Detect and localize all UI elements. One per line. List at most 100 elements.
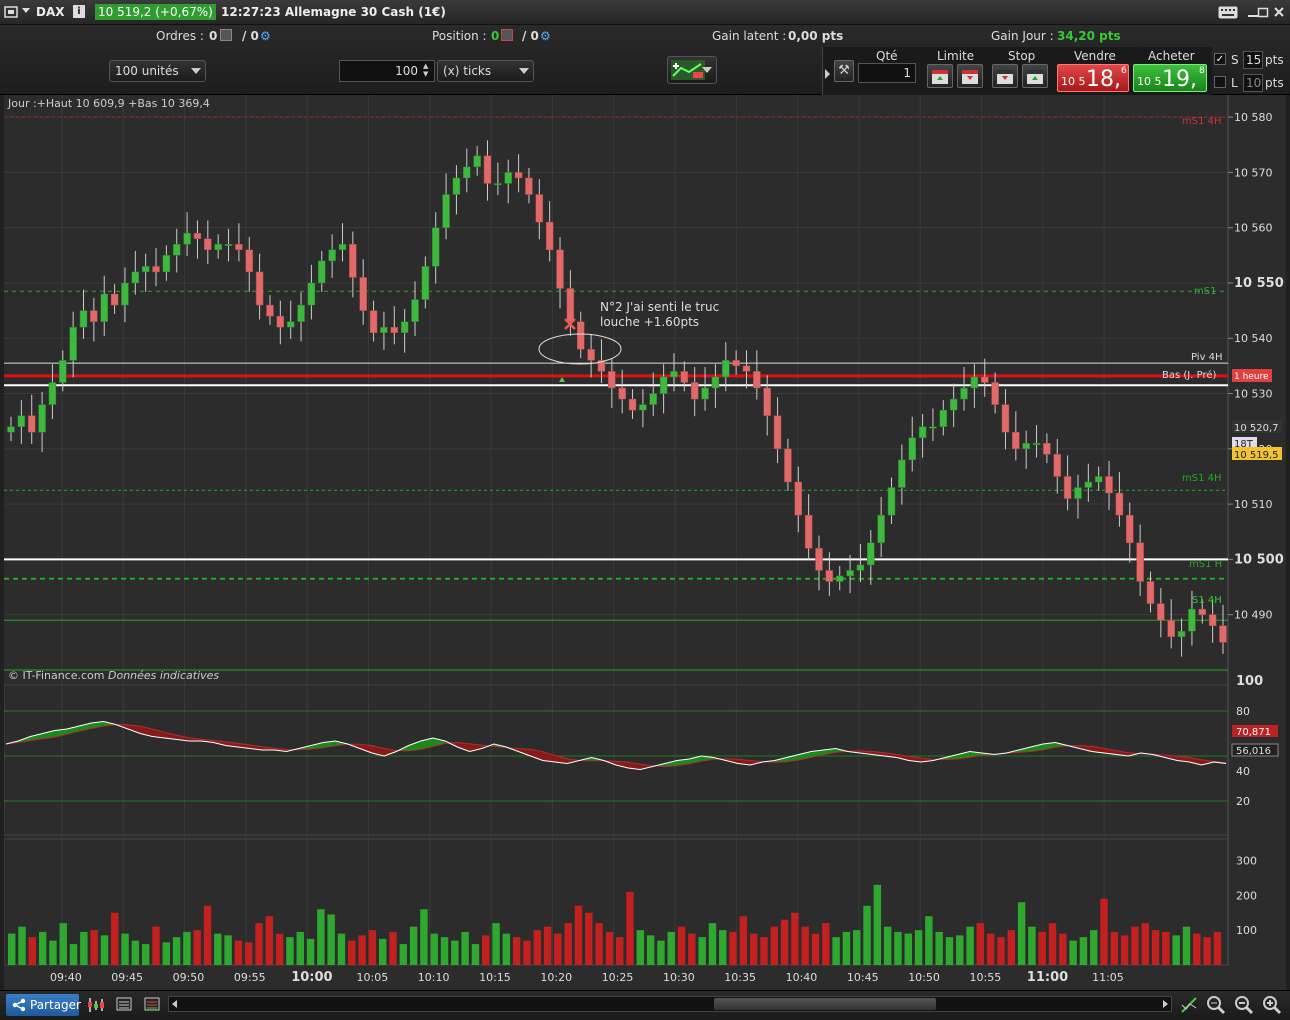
l-input[interactable]: 10 [1243,74,1263,92]
daily-gain-label: Gain Jour : [991,29,1054,43]
wrench-icon[interactable]: ⚒ [834,60,854,82]
volume-bar-down [193,930,201,965]
zoom-out-icon[interactable] [1234,995,1254,1015]
volume-bar-down [152,926,160,965]
collapse-arrow-icon[interactable] [825,69,830,79]
volume-bar-up [131,940,140,965]
volume-bar-up [502,933,511,965]
stop-sell-icon[interactable] [1022,64,1048,88]
candle-up [121,282,129,306]
price-change-badge: 10 519,2 (+0,67%) [95,4,216,20]
chevron-down-icon [519,68,529,74]
chart-area[interactable]: 09:40 09:45 09:50 09:55 10:00 10:05 10:10 10:15… [3,95,1286,990]
volume-bar-up [80,931,88,965]
candle-down [390,326,399,333]
fit-icon[interactable] [1180,996,1198,1014]
price-chart[interactable]: 09:40 09:45 09:50 09:55 10:00 10:05 10:10 10:15… [3,95,1286,990]
volume-bar-up [172,937,181,965]
candle-down [763,387,771,416]
share-button[interactable]: Partager [6,994,81,1016]
chart-tools-icon [671,60,705,80]
volume-bar-up [1172,935,1180,965]
zoom-fit-icon[interactable] [1206,995,1226,1015]
qty-input[interactable]: 1 [858,63,916,83]
orders-cancel-icon[interactable] [220,29,232,41]
candle-down [369,310,378,333]
stop-buy-icon[interactable] [992,64,1018,88]
candle-up [846,570,854,577]
volume-bar-down [574,905,583,965]
candle-up [504,172,512,184]
s-input[interactable]: 15 [1243,51,1263,69]
candle-up [297,304,305,322]
level-ms1-4h-top: mS1 4H [1182,116,1222,127]
keyboard-icon[interactable] [1218,6,1238,19]
ticks-stepper-icon[interactable]: ▲ ▼ [423,62,433,80]
price-panel-bg [4,95,1228,681]
indicator-icon[interactable] [144,996,160,1012]
osc-panel-bg [3,684,1229,836]
ticks-select-value: (x) ticks [443,64,492,78]
buy-button[interactable]: 10 5 19, 8 [1133,64,1207,92]
volume-bar-up [69,944,78,965]
scroll-left-icon[interactable] [172,1000,177,1008]
limit-sell-icon[interactable] [957,64,983,88]
candle-down [784,448,792,483]
dropdown-icon[interactable] [22,8,30,13]
s-checkbox[interactable]: ✓ [1214,53,1226,65]
candle-down [608,371,616,389]
close-icon[interactable] [1272,5,1286,19]
chart-info: Jour :+Haut 10 609,9 +Bas 10 369,4 [7,97,210,110]
orders-settings-icon[interactable]: ⚙ [260,29,271,43]
s-label: S [1231,53,1239,67]
layout-icon[interactable] [116,996,132,1012]
time-tick-label: 11:05 [1092,971,1124,984]
volume-bar-down [482,935,490,965]
volume-bar-up [183,931,191,965]
candle-up [1084,481,1093,488]
chart-type-icon[interactable] [86,996,106,1014]
volume-bar-up [378,938,387,965]
position-settings-icon[interactable]: ⚙ [540,29,551,43]
volume-tick-label: 200 [1236,889,1257,902]
candle-down [1198,608,1207,615]
candle-down [90,310,98,322]
scroll-thumb[interactable] [714,998,936,1010]
zoom-in-icon[interactable] [1262,995,1282,1015]
candle-up [7,426,15,433]
app-icon[interactable] [4,4,18,20]
chart-tools-button[interactable] [667,56,717,84]
candle-down [690,382,699,400]
current-price: 10 519,5 [1234,450,1279,461]
candle-up [328,249,336,262]
candle-down [618,387,626,400]
position-close-icon[interactable] [501,29,513,41]
candle-up [214,244,222,251]
candle-up [649,393,658,405]
sell-price-prefix: 10 5 [1061,75,1086,88]
candle-down [266,304,274,317]
info-icon[interactable]: i [73,5,85,18]
volume-bar-up [945,937,954,965]
volume-bar-down [616,937,624,965]
horizontal-scrollbar[interactable] [168,996,1172,1012]
volume-bar-down [1110,931,1119,965]
ticks-select[interactable]: (x) ticks [437,60,534,82]
limit-buy-icon[interactable] [927,64,953,88]
candle-up [1177,630,1186,638]
candle-down [204,238,212,251]
scroll-right-icon[interactable] [1163,1000,1168,1008]
volume-bar-down [90,930,98,965]
daily-gain-value: 34,20 pts [1057,29,1121,43]
volume-bar-down [111,912,119,965]
ticks-input[interactable]: 100 [339,60,435,82]
status-bar: Partager [0,990,1290,1020]
restore-icon[interactable] [1256,5,1270,19]
time-tick-label: 11:00 [1027,970,1068,985]
candle-up [1188,608,1196,632]
units-select[interactable]: 100 unités [109,60,206,82]
sell-button[interactable]: 10 5 18, 6 [1057,64,1129,92]
l-checkbox[interactable] [1214,76,1226,88]
volume-bar-down [760,937,768,965]
candle-up [286,321,295,328]
